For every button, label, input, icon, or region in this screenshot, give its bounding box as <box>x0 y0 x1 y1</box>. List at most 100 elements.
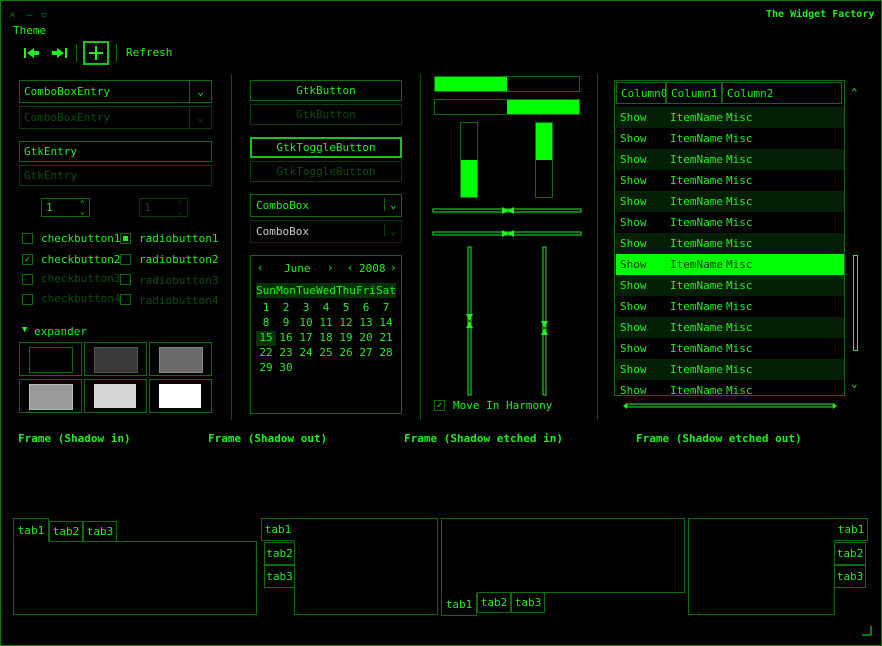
table-cell: Show <box>620 195 647 208</box>
swatch-frame <box>84 379 147 413</box>
calendar-days[interactable]: 7 123456 8 9 10 11 12 13 14 15 16 17 18 19 20 21 22 2… <box>256 301 396 391</box>
table-row[interactable]: Show ItemName Misc <box>616 317 844 338</box>
column-header-2[interactable]: Column2 <box>722 82 842 104</box>
table-row[interactable]: Show ItemName Misc <box>616 296 844 317</box>
toggle-button[interactable]: GtkToggleButton <box>250 137 402 158</box>
notebook-right-tab2[interactable]: tab2 <box>834 542 866 565</box>
table-row[interactable]: Show ItemName Misc <box>616 191 844 212</box>
notebook-bottom-tab1[interactable]: tab1 <box>441 592 477 616</box>
radiobutton3-box <box>120 274 131 285</box>
move-in-harmony-label[interactable]: Move In Harmony <box>453 399 552 412</box>
scroll-up-icon[interactable]: ⌃ <box>851 86 858 99</box>
table-cell: ItemName <box>670 216 723 229</box>
window-minimize-icon[interactable]: – <box>26 8 33 21</box>
separator <box>231 74 232 420</box>
table-row[interactable]: Show ItemName Misc <box>616 254 844 275</box>
table-cell: Misc <box>726 237 753 250</box>
expander-arrow-icon[interactable]: ▼ <box>22 324 27 337</box>
table-row[interactable]: Show ItemName Misc <box>616 170 844 191</box>
table-row[interactable]: Show ItemName Misc <box>616 359 844 380</box>
hscale-1[interactable] <box>432 206 582 216</box>
notebook-top-tab1[interactable]: tab1 <box>13 518 49 542</box>
combobox-entry-disabled-arrow-icon: ⌄ <box>189 106 212 129</box>
horizontal-scrollbar[interactable] <box>622 402 838 410</box>
checkbutton1[interactable]: checkbutton1 <box>41 232 120 245</box>
combobox-entry[interactable]: ComboBoxEntry <box>19 80 212 103</box>
notebook-left-tab1[interactable]: tab1 <box>261 518 295 541</box>
window-close-icon[interactable]: × <box>9 8 16 21</box>
calendar-prev-month-icon[interactable]: ‹ <box>257 261 264 274</box>
window-title: The Widget Factory <box>766 9 875 20</box>
vertical-scrollbar-thumb[interactable] <box>853 255 858 351</box>
notebook-top-tab2[interactable]: tab2 <box>49 521 83 542</box>
column-header-1[interactable]: Column1 <box>666 82 722 104</box>
table-row[interactable]: Show ItemName Misc <box>616 149 844 170</box>
gtk-entry[interactable]: GtkEntry <box>19 141 212 162</box>
go-first-icon[interactable] <box>24 46 40 60</box>
add-icon[interactable] <box>83 41 109 65</box>
spin-button[interactable]: 1 ⌃ ⌄ <box>41 198 90 217</box>
table-cell: Misc <box>726 321 753 334</box>
table-cell: ItemName <box>670 300 723 313</box>
combobox[interactable]: ComboBox ⌄ <box>250 194 402 217</box>
calendar[interactable]: ‹ June › ‹ 2008 › Sun Mon Tue Wed Thu Fri Sat … <box>250 255 402 414</box>
table-row[interactable]: Show ItemName Misc <box>616 107 844 128</box>
column-header-0[interactable]: Column0 <box>616 82 667 104</box>
checkbutton1-box[interactable] <box>22 233 33 244</box>
table-cell: Show <box>620 132 647 145</box>
table-cell: ItemName <box>670 132 723 145</box>
table-row[interactable]: Show ItemName Misc <box>616 212 844 233</box>
table-cell: ItemName <box>670 279 723 292</box>
combobox-arrow-icon[interactable]: ⌄ <box>384 198 397 211</box>
table-cell: ItemName <box>670 342 723 355</box>
move-in-harmony-check[interactable]: ✓ <box>434 400 445 411</box>
calendar-prev-year-icon[interactable]: ‹ <box>347 261 354 274</box>
frame-label-shadow-out: Frame (Shadow out) <box>208 432 328 445</box>
notebook-bottom-tab3[interactable]: tab3 <box>511 592 545 613</box>
table-cell: ItemName <box>670 195 723 208</box>
window-maximize-icon[interactable]: ▫ <box>41 8 48 21</box>
vscale-2[interactable] <box>540 246 550 396</box>
table-cell: Show <box>620 342 647 355</box>
calendar-next-month-icon[interactable]: › <box>327 261 334 274</box>
gtk-button[interactable]: GtkButton <box>250 80 402 101</box>
table-row[interactable]: Show ItemName Misc <box>616 275 844 296</box>
calendar-next-year-icon[interactable]: › <box>390 261 397 274</box>
radiobutton1-box[interactable] <box>120 233 131 244</box>
refresh-button[interactable]: Refresh <box>126 46 172 59</box>
hscale-2[interactable] <box>432 229 582 239</box>
expander[interactable]: expander <box>34 325 87 338</box>
table-row[interactable]: Show ItemName Misc <box>616 380 844 401</box>
radiobutton4: radiobutton4 <box>139 294 219 307</box>
table-cell: Misc <box>726 363 753 376</box>
notebook-right-tab1[interactable]: tab1 <box>834 518 868 541</box>
resize-grip-icon[interactable] <box>862 626 872 636</box>
notebook-right-tab3[interactable]: tab3 <box>834 565 866 588</box>
notebook-bottom-tab2[interactable]: tab2 <box>477 592 511 613</box>
scroll-down-icon[interactable]: ⌄ <box>851 377 858 390</box>
table-cell: ItemName <box>670 174 723 187</box>
notebook-left-tab3[interactable]: tab3 <box>264 565 295 588</box>
radiobutton1[interactable]: radiobutton1 <box>139 232 218 245</box>
table-cell: Show <box>620 237 647 250</box>
table-row[interactable]: Show ItemName Misc <box>616 338 844 359</box>
combobox-entry-arrow-icon[interactable]: ⌄ <box>189 80 212 103</box>
table-cell: Misc <box>726 216 753 229</box>
notebook-top-tab3[interactable]: tab3 <box>83 521 117 542</box>
checkbutton2-box[interactable]: ✓ <box>22 254 33 265</box>
radiobutton2-box[interactable] <box>120 254 131 265</box>
spin-arrows-icon[interactable]: ⌃ ⌄ <box>80 200 85 216</box>
vscale-1[interactable] <box>465 246 475 396</box>
table-row[interactable]: Show ItemName Misc <box>616 233 844 254</box>
radiobutton2[interactable]: radiobutton2 <box>139 253 218 266</box>
menu-theme[interactable]: Theme <box>13 24 46 37</box>
table-cell: Show <box>620 363 647 376</box>
separator <box>597 74 598 420</box>
checkbutton4-box <box>22 294 33 305</box>
table-cell: Misc <box>726 195 753 208</box>
go-last-icon[interactable] <box>51 46 67 60</box>
notebook-left-tab2[interactable]: tab2 <box>264 542 295 565</box>
checkbutton2[interactable]: checkbutton2 <box>41 253 120 266</box>
table-row[interactable]: Show ItemName Misc <box>616 128 844 149</box>
table-cell: ItemName <box>670 363 723 376</box>
